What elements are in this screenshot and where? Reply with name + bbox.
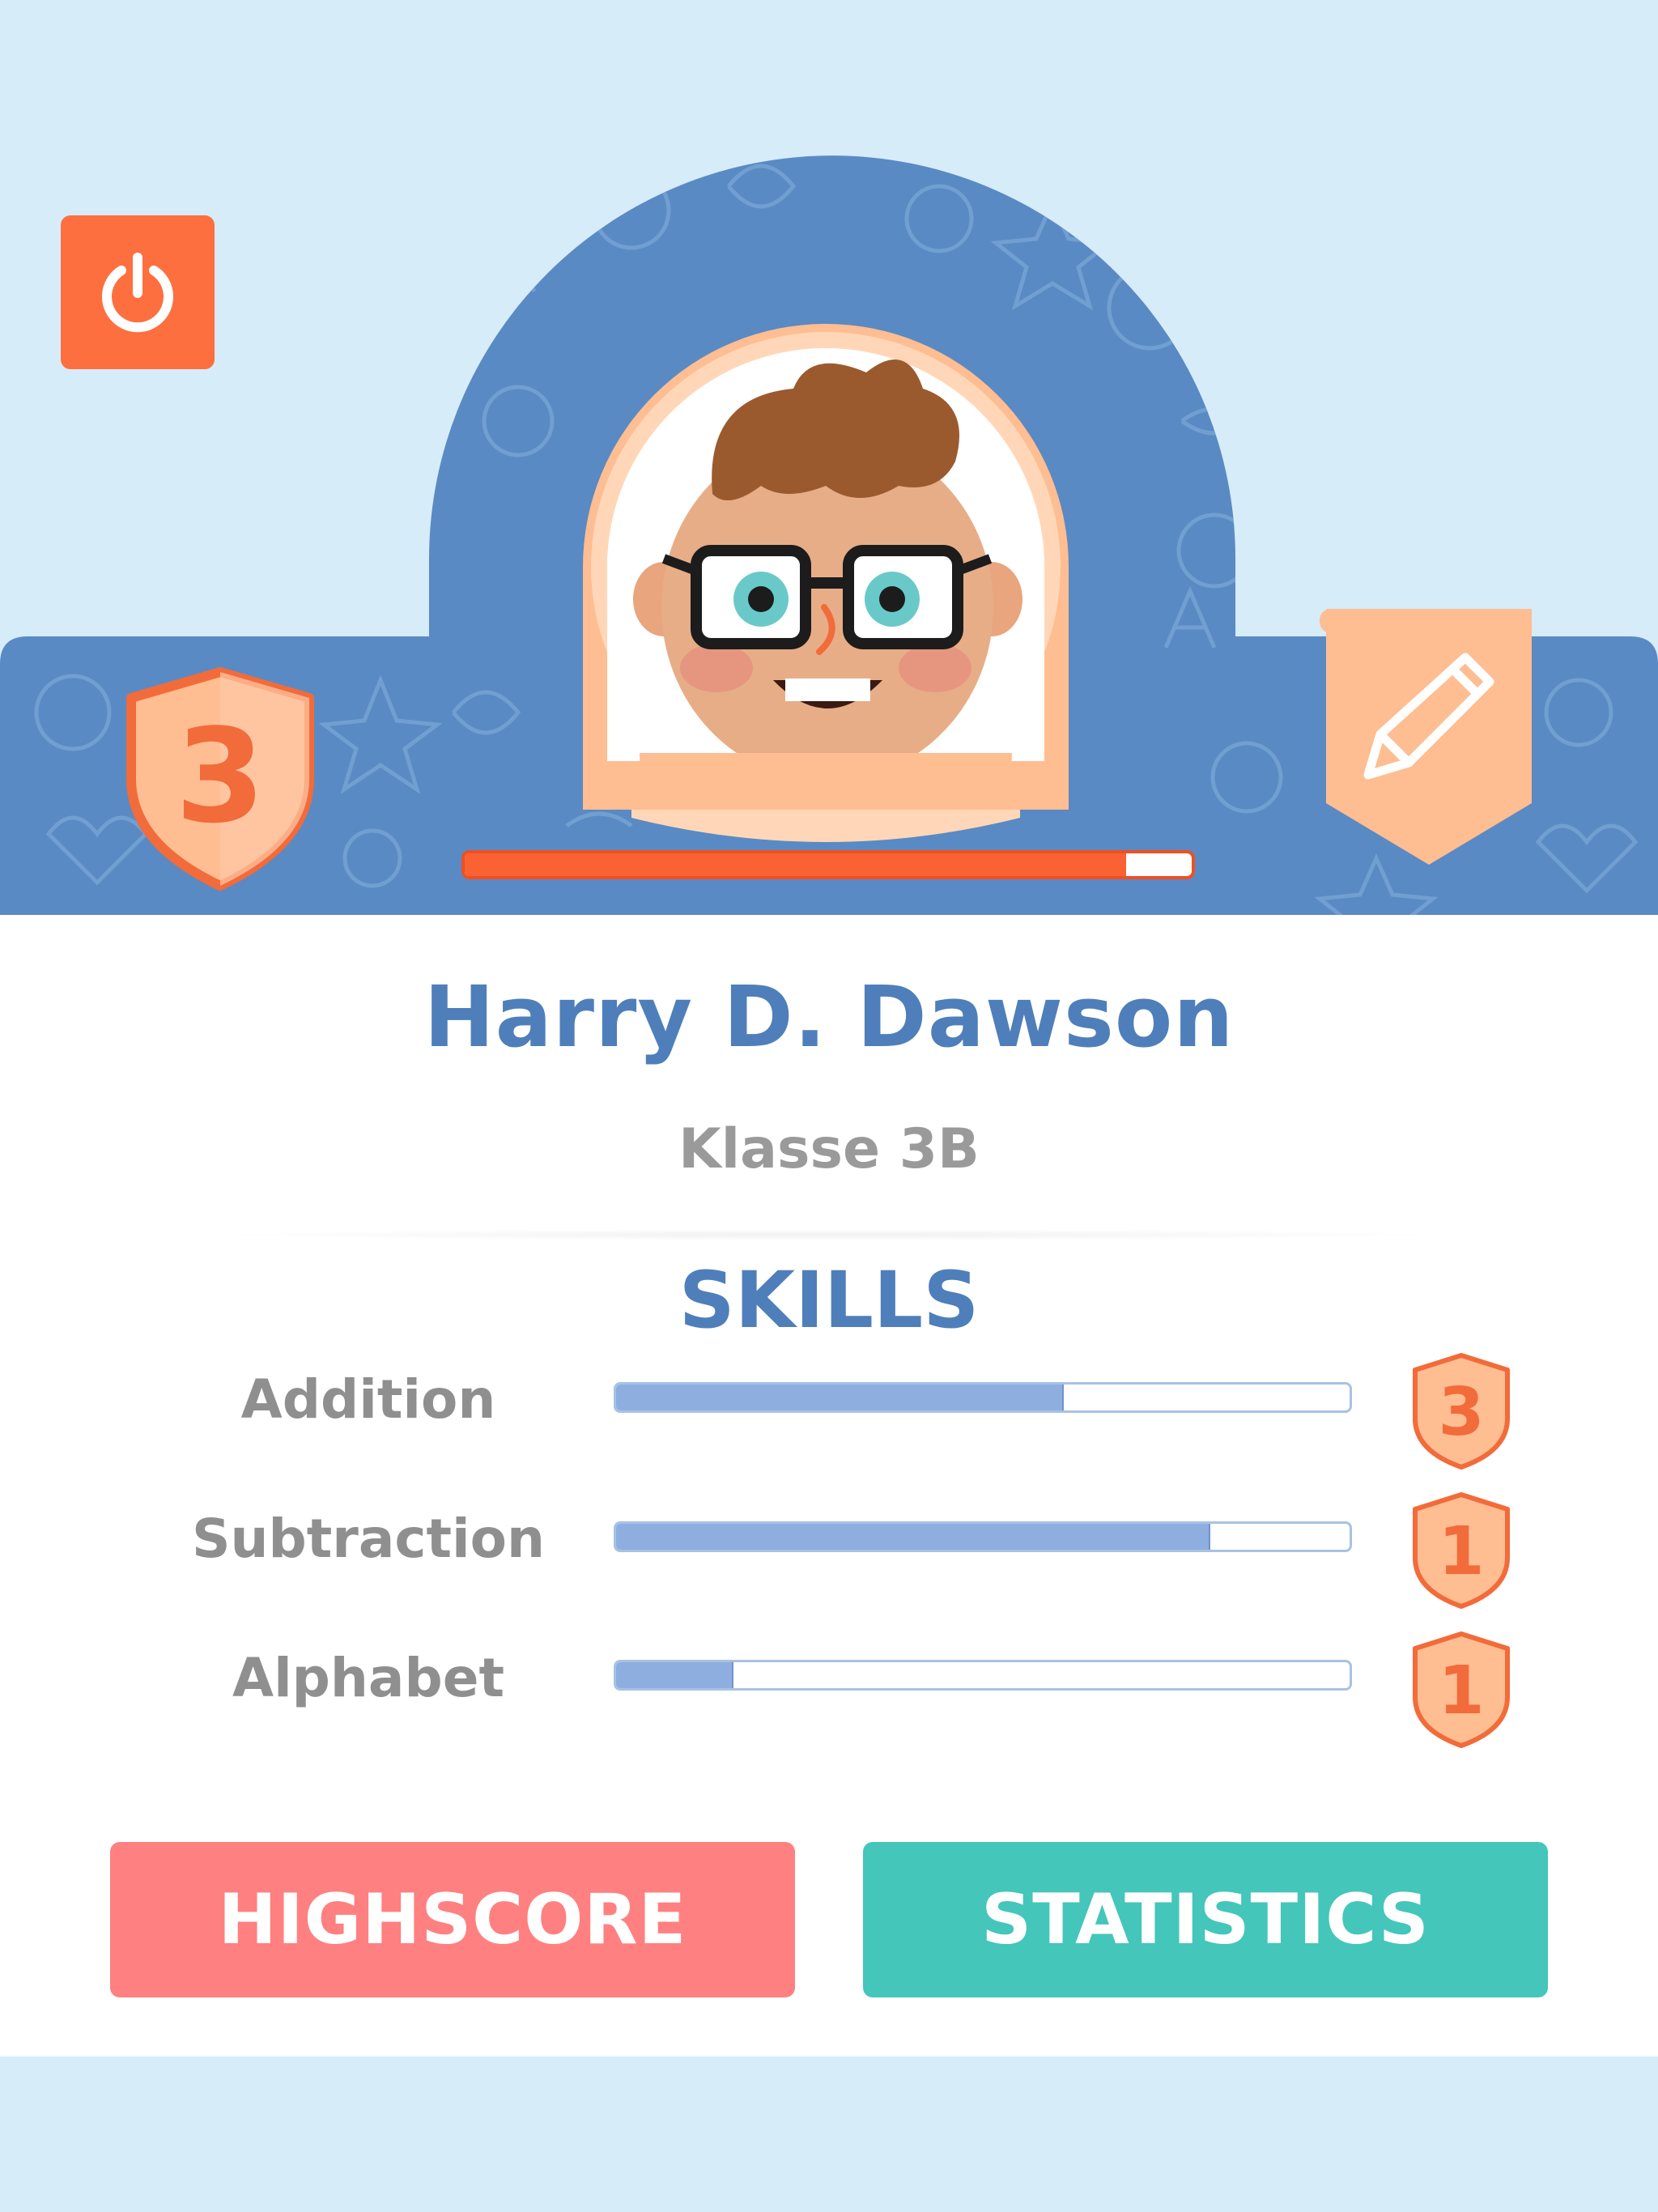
level-number: 3 [175,700,265,852]
level-shield-badge: 3 [126,667,314,891]
power-icon [102,253,173,333]
skill-progress-fill [616,1385,1064,1410]
edit-profile-button[interactable] [1320,609,1538,868]
experience-progress-fill [465,853,1127,876]
skill-level-badge-subtraction: 1 [1413,1492,1510,1609]
skill-progress-fill [616,1662,733,1688]
skill-label-addition: Addition [240,1368,496,1431]
skill-progress-fill [616,1524,1210,1550]
experience-progress-bar [461,850,1195,879]
svg-text:1: 1 [1438,1513,1484,1590]
student-name: Harry D. Dawson [423,968,1235,1066]
divider [210,1229,1448,1240]
skill-level-badge-addition: 3 [1413,1353,1510,1470]
svg-text:3: 3 [1438,1374,1484,1451]
avatar [583,324,1069,842]
skill-label-alphabet: Alphabet [232,1647,505,1709]
skill-level-badge-alphabet: 1 [1413,1631,1510,1748]
logout-button[interactable] [61,215,215,369]
student-class: Klasse 3B [678,1117,980,1181]
skill-progress-addition [614,1382,1352,1413]
statistics-button[interactable]: STATISTICS [863,1842,1548,1997]
skill-progress-subtraction [614,1521,1352,1552]
skills-title: SKILLS [678,1255,980,1346]
skill-progress-alphabet [614,1660,1352,1691]
skill-label-subtraction: Subtraction [191,1508,546,1570]
highscore-button[interactable]: HIGHSCORE [110,1842,795,1997]
svg-text:1: 1 [1438,1653,1484,1729]
